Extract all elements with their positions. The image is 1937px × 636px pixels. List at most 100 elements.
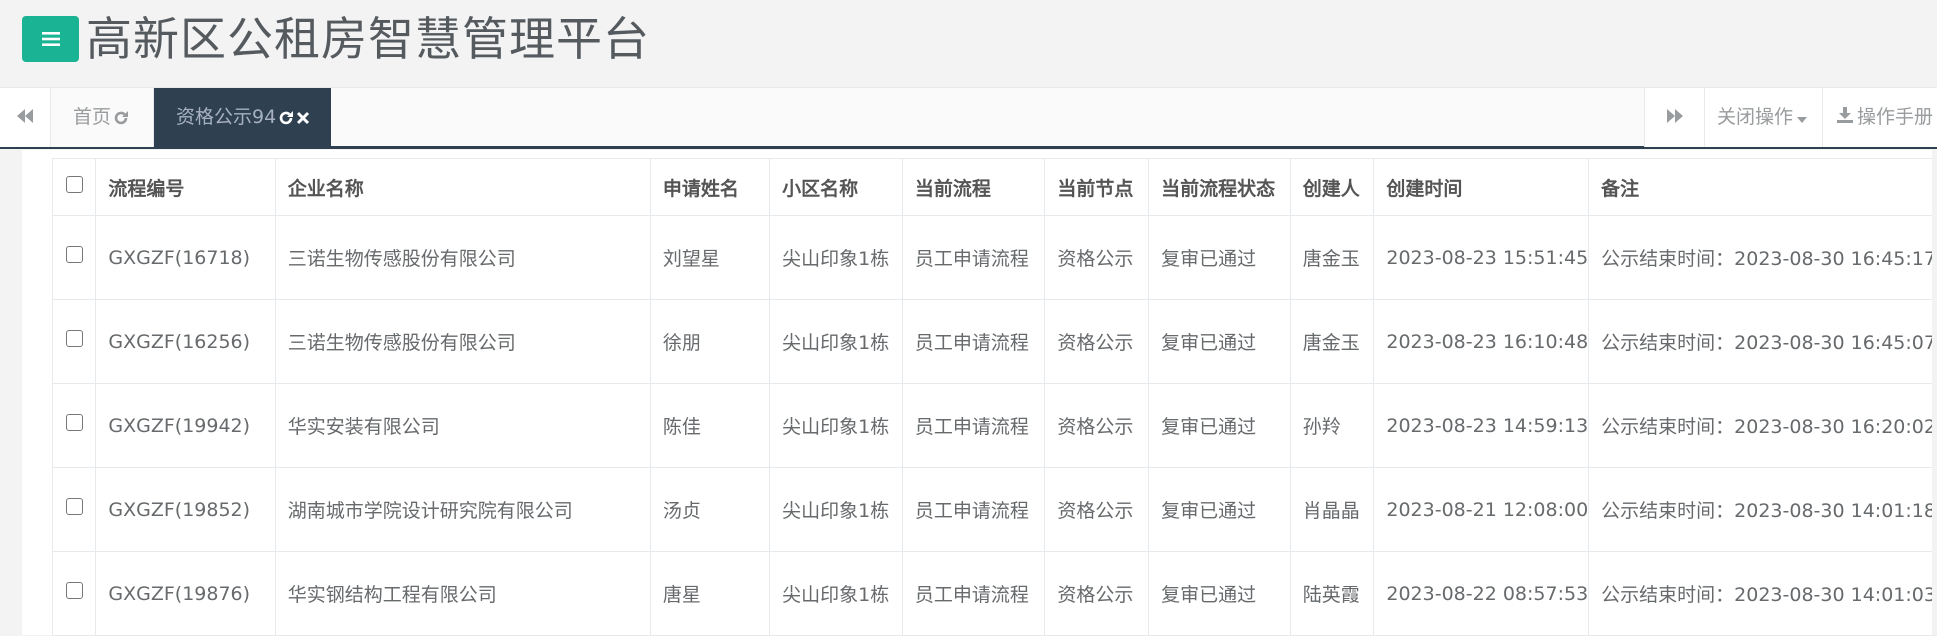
table-cell: 2023-08-21 12:08:00: [1373, 467, 1590, 552]
table-cell: 唐金玉: [1289, 215, 1375, 300]
refresh-icon[interactable]: [278, 110, 294, 126]
tab-home-label: 首页: [73, 106, 112, 128]
table-cell: 公示结束时间：2023-08-30 16:20:02: [1588, 383, 1937, 468]
row-checkbox-cell[interactable]: [51, 383, 97, 468]
table-cell: 唐金玉: [1289, 299, 1375, 384]
table-cell: 2023-08-22 08:57:53: [1373, 551, 1590, 636]
operation-manual-button[interactable]: 操作手册: [1822, 88, 1937, 147]
close-icon[interactable]: [296, 111, 310, 125]
table-cell: 肖晶晶: [1289, 467, 1375, 552]
table-cell: 资格公示: [1044, 551, 1150, 636]
table-cell: 徐朋: [649, 299, 771, 384]
tab-home[interactable]: 首页: [51, 88, 154, 147]
table-cell: 三诺生物传感股份有限公司: [274, 299, 651, 384]
column-header[interactable]: 小区名称: [769, 158, 903, 216]
table-cell: 2023-08-23 16:10:48: [1373, 299, 1590, 384]
table-cell: 尖山印象1栋: [769, 467, 903, 552]
table-cell: 资格公示: [1044, 215, 1150, 300]
column-header[interactable]: 备注: [1588, 158, 1937, 216]
refresh-icon[interactable]: [113, 110, 129, 126]
table-cell: 公示结束时间：2023-08-30 16:45:17: [1588, 215, 1937, 300]
app-title: 高新区公租房智慧管理平台: [86, 12, 650, 66]
table-cell: 华实钢结构工程有限公司: [274, 551, 651, 636]
data-table: 流程编号 企业名称 申请姓名 小区名称 当前流程 当前节点 当前流程状态 创建人…: [51, 158, 1937, 636]
table-row[interactable]: GXGZF(19852) 湖南城市学院设计研究院有限公司 汤贞 尖山印象1栋 员…: [51, 467, 1937, 552]
row-checkbox[interactable]: [65, 245, 83, 263]
table-cell: 华实安装有限公司: [274, 383, 651, 468]
column-header[interactable]: 创建人: [1289, 158, 1375, 216]
scroll-tabs-left-button[interactable]: [0, 88, 51, 147]
table-cell: 资格公示: [1044, 299, 1150, 384]
row-checkbox[interactable]: [65, 329, 83, 347]
column-header[interactable]: 当前流程: [901, 158, 1046, 216]
tab-qualification-notice[interactable]: 资格公示94: [154, 88, 331, 147]
table-cell: 复审已通过: [1148, 551, 1291, 636]
checkbox[interactable]: [65, 176, 83, 193]
table-cell: 员工申请流程: [901, 467, 1046, 552]
operation-manual-label: 操作手册: [1857, 106, 1934, 128]
table-cell: 2023-08-23 15:51:45: [1373, 215, 1590, 300]
column-header[interactable]: 申请姓名: [649, 158, 771, 216]
table-cell: 陆英霞: [1289, 551, 1375, 636]
forward-icon: [1666, 108, 1684, 127]
table-row[interactable]: GXGZF(16256) 三诺生物传感股份有限公司 徐朋 尖山印象1栋 员工申请…: [51, 299, 1937, 384]
content-area: 流程编号 企业名称 申请姓名 小区名称 当前流程 当前节点 当前流程状态 创建人…: [22, 150, 1937, 636]
row-checkbox-cell[interactable]: [51, 215, 97, 300]
select-all-checkbox[interactable]: [51, 158, 97, 216]
table-header-row: 流程编号 企业名称 申请姓名 小区名称 当前流程 当前节点 当前流程状态 创建人…: [51, 158, 1937, 216]
table-cell: 尖山印象1栋: [769, 383, 903, 468]
table-cell: 员工申请流程: [901, 551, 1046, 636]
table-cell: 尖山印象1栋: [769, 299, 903, 384]
table-cell: 资格公示: [1044, 383, 1150, 468]
close-operations-dropdown[interactable]: 关闭操作: [1704, 88, 1822, 147]
row-checkbox[interactable]: [65, 497, 83, 515]
caret-down-icon: [1797, 88, 1808, 147]
table-cell: 三诺生物传感股份有限公司: [274, 215, 651, 300]
column-header[interactable]: 当前流程状态: [1148, 158, 1291, 216]
table-cell: GXGZF(19876): [95, 551, 276, 636]
column-header[interactable]: 创建时间: [1373, 158, 1590, 216]
table-cell: 复审已通过: [1148, 383, 1291, 468]
table-cell: 陈佳: [649, 383, 771, 468]
table-cell: 复审已通过: [1148, 467, 1291, 552]
bars-icon: [41, 32, 60, 46]
table-cell: GXGZF(19942): [95, 383, 276, 468]
table-cell: 员工申请流程: [901, 215, 1046, 300]
tab-strip: 首页 资格公示94 关闭操作 操作手册: [0, 87, 1937, 149]
table-row[interactable]: GXGZF(19942) 华实安装有限公司 陈佳 尖山印象1栋 员工申请流程 资…: [51, 383, 1937, 468]
table-row[interactable]: GXGZF(16718) 三诺生物传感股份有限公司 刘望星 尖山印象1栋 员工申…: [51, 215, 1937, 300]
table-cell: 汤贞: [649, 467, 771, 552]
table-cell: 复审已通过: [1148, 215, 1291, 300]
table-cell: 尖山印象1栋: [769, 551, 903, 636]
tab-active-label: 资格公示94: [176, 106, 277, 128]
row-checkbox[interactable]: [65, 413, 83, 431]
top-header: 高新区公租房智慧管理平台: [0, 0, 1937, 87]
table-cell: 唐星: [649, 551, 771, 636]
table-cell: 2023-08-23 14:59:13: [1373, 383, 1590, 468]
table-cell: 刘望星: [649, 215, 771, 300]
row-checkbox-cell[interactable]: [51, 299, 97, 384]
table-cell: 公示结束时间：2023-08-30 14:01:03: [1588, 551, 1937, 636]
table-cell: 公示结束时间：2023-08-30 16:45:07: [1588, 299, 1937, 384]
table-cell: 孙羚: [1289, 383, 1375, 468]
table-cell: GXGZF(16256): [95, 299, 276, 384]
column-header[interactable]: 当前节点: [1044, 158, 1150, 216]
row-checkbox[interactable]: [65, 581, 83, 599]
menu-toggle-button[interactable]: [22, 16, 79, 62]
table-cell: GXGZF(19852): [95, 467, 276, 552]
table-row[interactable]: GXGZF(19876) 华实钢结构工程有限公司 唐星 尖山印象1栋 员工申请流…: [51, 551, 1937, 636]
row-checkbox-cell[interactable]: [51, 467, 97, 552]
row-checkbox-cell[interactable]: [51, 551, 97, 636]
column-header[interactable]: 流程编号: [95, 158, 276, 216]
table-cell: 员工申请流程: [901, 299, 1046, 384]
column-header[interactable]: 企业名称: [274, 158, 651, 216]
close-operations-label: 关闭操作: [1717, 106, 1794, 128]
table-cell: 资格公示: [1044, 467, 1150, 552]
table-cell: 湖南城市学院设计研究院有限公司: [274, 467, 651, 552]
download-icon: [1837, 88, 1853, 147]
table-cell: 公示结束时间：2023-08-30 14:01:18: [1588, 467, 1937, 552]
scroll-tabs-right-button[interactable]: [1644, 88, 1705, 147]
table-cell: 复审已通过: [1148, 299, 1291, 384]
vertical-scrollbar[interactable]: [1932, 150, 1937, 635]
table-cell: 员工申请流程: [901, 383, 1046, 468]
